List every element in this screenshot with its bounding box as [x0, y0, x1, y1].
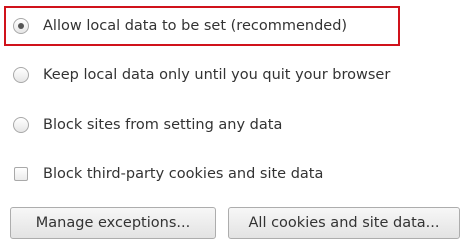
radio-block-sites[interactable]: Block sites from setting any data	[13, 112, 282, 138]
manage-exceptions-button[interactable]: Manage exceptions...	[10, 207, 216, 239]
checkbox-block-third-party[interactable]: Block third-party cookies and site data	[13, 161, 323, 187]
checkbox[interactable]	[14, 167, 28, 181]
radio-block-sites-label: Block sites from setting any data	[43, 117, 283, 133]
radio-button[interactable]	[13, 67, 29, 83]
radio-button[interactable]	[13, 117, 29, 133]
all-cookies-button[interactable]: All cookies and site data...	[228, 207, 460, 239]
radio-keep-until-quit-label: Keep local data only until you quit your…	[43, 67, 391, 83]
checkbox-block-third-party-label: Block third-party cookies and site data	[43, 166, 324, 182]
radio-keep-until-quit[interactable]: Keep local data only until you quit your…	[13, 62, 390, 88]
radio-button-selected[interactable]	[13, 18, 29, 34]
radio-allow-local-data-label: Allow local data to be set (recommended)	[43, 18, 348, 34]
radio-allow-local-data[interactable]: Allow local data to be set (recommended)	[13, 13, 347, 39]
